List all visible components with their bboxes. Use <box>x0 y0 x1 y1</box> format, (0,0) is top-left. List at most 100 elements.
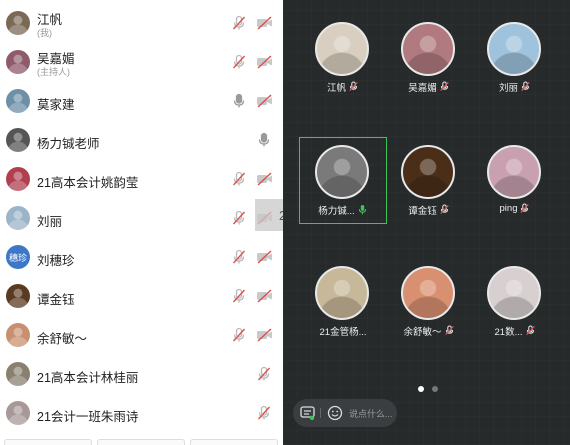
tile-name-text: 江帆 <box>326 83 346 94</box>
tile-name: 吴嘉媚 <box>389 80 469 94</box>
participant-name: 21高本会计林桂丽 <box>37 371 139 385</box>
mic-off-icon[interactable] <box>231 327 247 343</box>
avatar <box>6 362 30 386</box>
mic-off-icon <box>523 326 536 337</box>
video-avatar <box>487 145 541 199</box>
bottom-button-3[interactable] <box>190 439 278 445</box>
video-tile[interactable]: 21数... <box>475 266 555 338</box>
mic-icon[interactable] <box>256 132 272 148</box>
tile-name: 谭金钰 <box>389 203 469 217</box>
tile-name-text: ping <box>499 203 518 215</box>
mic-off-icon[interactable] <box>231 15 247 31</box>
participant-role: (主持人) <box>37 67 70 77</box>
camera-off-icon[interactable] <box>256 171 272 187</box>
tile-name-text: 余舒敏～ <box>403 327 442 338</box>
participant-row[interactable]: 吴嘉媚 (主持人) <box>0 42 283 81</box>
participant-name: 杨力铖老师 <box>37 137 100 151</box>
mic-off-icon <box>442 326 455 337</box>
camera-off-icon[interactable] <box>256 249 272 265</box>
mic-off-icon[interactable] <box>231 54 247 70</box>
video-avatar <box>401 145 455 199</box>
video-tile[interactable]: ping <box>475 145 555 217</box>
tile-name: 21数... <box>475 324 555 338</box>
avatar <box>6 323 30 347</box>
active-speaker-frame <box>299 137 387 224</box>
camera-off-icon[interactable] <box>256 288 272 304</box>
mic-off-icon[interactable] <box>231 249 247 265</box>
mic-off-icon[interactable] <box>256 405 272 421</box>
tile-name: ping <box>475 203 555 214</box>
tile-name-text: 吴嘉媚 <box>408 83 437 94</box>
mic-icon[interactable] <box>231 93 247 109</box>
bottom-button-1[interactable] <box>4 439 92 445</box>
video-avatar <box>401 266 455 320</box>
camera-off-icon[interactable] <box>256 93 272 109</box>
tile-name: 江帆 <box>303 80 383 94</box>
participant-name: 刘穗珍 <box>37 254 75 268</box>
avatar <box>6 89 30 113</box>
avatar <box>6 50 30 74</box>
avatar <box>6 128 30 152</box>
video-avatar <box>487 22 541 76</box>
video-tile[interactable]: 吴嘉媚 <box>389 22 469 94</box>
tile-name: 刘丽 <box>475 80 555 94</box>
participant-name: 谭金钰 <box>37 293 75 307</box>
participant-row[interactable]: 21会计一班朱雨诗 <box>0 393 283 432</box>
tile-name-text: 21数... <box>494 327 523 338</box>
video-avatar <box>315 266 369 320</box>
mic-off-icon <box>437 205 450 216</box>
separator <box>320 408 321 418</box>
participant-row[interactable]: 杨力铖老师 <box>0 120 283 159</box>
camera-off-icon[interactable] <box>256 15 272 31</box>
tile-name-text: 21金管杨... <box>319 327 367 338</box>
mic-off-icon[interactable] <box>231 210 247 226</box>
video-tile[interactable]: 江帆 <box>303 22 383 94</box>
tile-name-text: 谭金钰 <box>408 206 437 217</box>
participant-name: 21高本会计姚韵莹 <box>37 176 139 190</box>
video-tile[interactable]: 21金管杨... <box>303 266 383 338</box>
emoji-icon[interactable] <box>327 405 343 426</box>
tile-name-text: 刘丽 <box>498 83 518 94</box>
video-avatar <box>315 22 369 76</box>
participant-name: 余舒敏～ <box>37 332 88 346</box>
participant-name: 刘丽 <box>37 215 63 229</box>
chat-icon[interactable] <box>300 406 315 425</box>
page-indicator-dot[interactable] <box>432 386 438 392</box>
participant-name: 莫家建 <box>37 98 75 112</box>
video-tile[interactable]: 余舒敏～ <box>389 266 469 338</box>
camera-off-icon[interactable] <box>256 54 272 70</box>
participant-row[interactable]: 刘丽 <box>0 198 283 237</box>
tile-name: 余舒敏～ <box>389 324 469 338</box>
avatar: 穗珍 <box>6 245 30 269</box>
avatar <box>6 206 30 230</box>
page-indicator-dot-active[interactable] <box>418 386 424 392</box>
camera-off-icon[interactable] <box>256 327 272 343</box>
participant-row[interactable]: 21高本会计姚韵莹 <box>0 159 283 198</box>
mic-off-icon <box>437 82 450 93</box>
participant-row[interactable]: 谭金钰 <box>0 276 283 315</box>
participant-row[interactable]: 余舒敏～ <box>0 315 283 354</box>
participant-list: 江帆 (我) 吴嘉媚 (主持人) 莫家建 杨力铖老师 21高本会计姚韵莹 刘丽 穗珍… <box>0 0 283 445</box>
avatar <box>6 284 30 308</box>
chat-input-bar[interactable]: 说点什么... <box>293 399 397 427</box>
tile-name: 21金管杨... <box>303 324 383 338</box>
avatar <box>6 11 30 35</box>
chat-placeholder: 说点什么... <box>349 409 393 419</box>
avatar <box>6 167 30 191</box>
video-tile[interactable]: 谭金钰 <box>389 145 469 217</box>
mic-off-icon[interactable] <box>256 366 272 382</box>
mic-off-icon[interactable] <box>231 288 247 304</box>
mic-off-icon[interactable] <box>231 171 247 187</box>
video-tile[interactable]: 刘丽 <box>475 22 555 94</box>
video-avatar <box>401 22 455 76</box>
participant-name: 21会计一班朱雨诗 <box>37 410 139 424</box>
video-avatar <box>487 266 541 320</box>
participant-row[interactable]: 莫家建 <box>0 81 283 120</box>
avatar <box>6 401 30 425</box>
participant-role: (我) <box>37 28 52 38</box>
participant-row[interactable]: 21高本会计林桂丽 <box>0 354 283 393</box>
mic-off-icon <box>517 203 530 214</box>
participant-row[interactable]: 穗珍 刘穗珍 <box>0 237 283 276</box>
participant-row[interactable]: 江帆 (我) <box>0 3 283 42</box>
bottom-button-2[interactable] <box>97 439 185 445</box>
